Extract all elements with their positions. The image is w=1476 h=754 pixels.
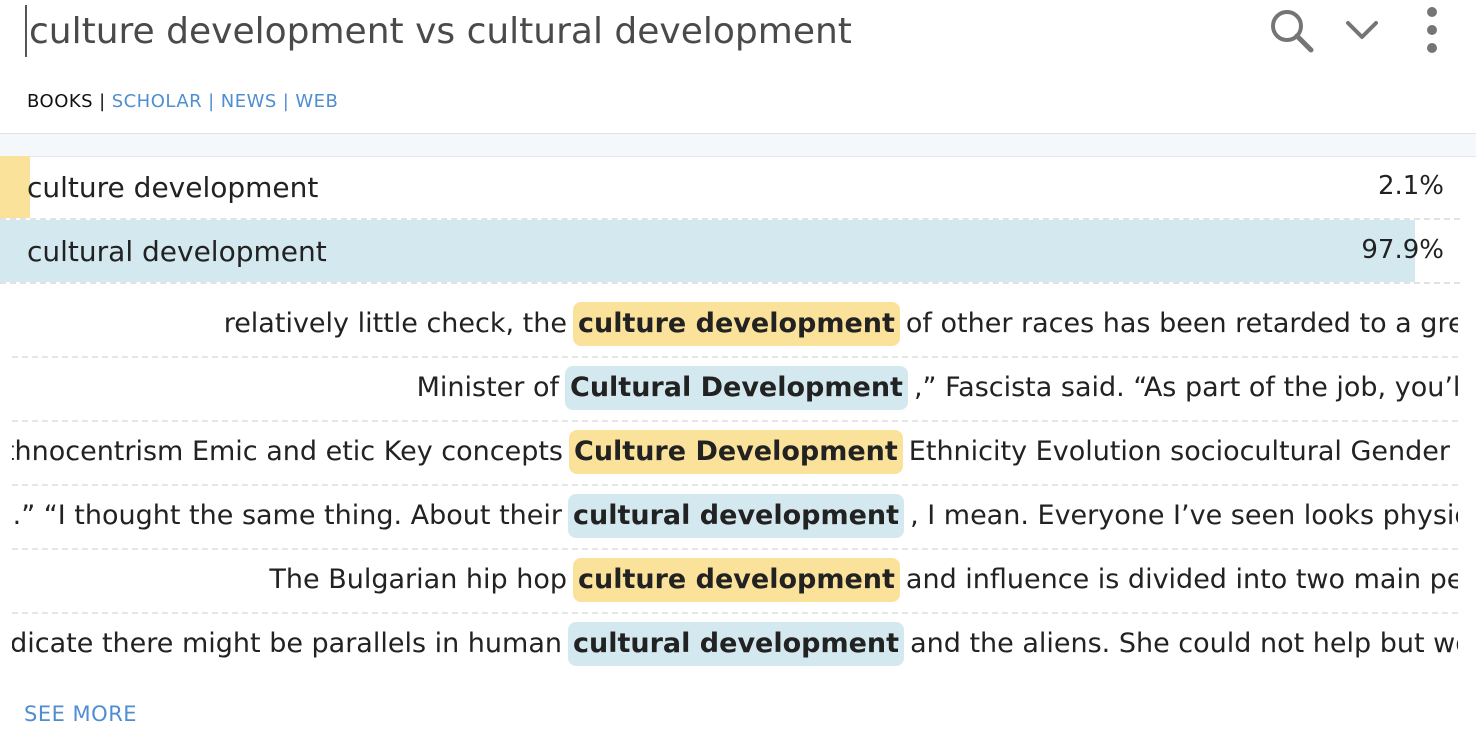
tab-scholar[interactable]: SCHOLAR bbox=[112, 91, 202, 112]
snippet-after: Ethnicity Evolution sociocultural Gender… bbox=[908, 436, 1458, 467]
snippet-before: Ethnocentrism Emic and etic Key concepts bbox=[12, 436, 563, 467]
snippet-match: cultural development bbox=[568, 494, 905, 538]
snippet-after: of other races has been retarded to a gr… bbox=[905, 308, 1458, 339]
search-icon[interactable] bbox=[1263, 4, 1319, 56]
search-bar bbox=[0, 0, 1476, 70]
snippet-list: relatively little check, the culture dev… bbox=[12, 294, 1458, 676]
snippet-row[interactable]: The Bulgarian hip hop culture developmen… bbox=[12, 550, 1458, 614]
result-percent: 97.9% bbox=[1361, 235, 1444, 265]
snippet-before: re.” “I thought the same thing. About th… bbox=[12, 500, 562, 531]
snippet-match: Cultural Development bbox=[565, 366, 908, 410]
divider-band bbox=[0, 133, 1476, 157]
snippet-after: , I mean. Everyone I’ve seen looks physi… bbox=[910, 500, 1458, 531]
chevron-down-icon[interactable] bbox=[1334, 4, 1390, 56]
snippet-before: relatively little check, the bbox=[223, 308, 567, 339]
snippet-row[interactable]: Ethnocentrism Emic and etic Key concepts… bbox=[12, 422, 1458, 486]
snippet-row[interactable]: ndicate there might be parallels in huma… bbox=[12, 614, 1458, 676]
snippet-before: The Bulgarian hip hop bbox=[269, 564, 567, 595]
corpus-tabs: BOOKS | SCHOLAR | NEWS | WEB bbox=[27, 91, 338, 112]
tab-web[interactable]: WEB bbox=[295, 91, 338, 112]
more-vertical-icon[interactable] bbox=[1404, 4, 1460, 56]
tab-separator: | bbox=[282, 91, 290, 112]
result-row: culture development 2.1% bbox=[0, 156, 1460, 220]
tab-news[interactable]: NEWS bbox=[221, 91, 277, 112]
snippet-after: and the aliens. She could not help but w… bbox=[910, 628, 1458, 659]
snippet-match: culture development bbox=[573, 302, 900, 346]
tab-separator: | bbox=[99, 91, 106, 112]
search-input[interactable] bbox=[25, 5, 1229, 57]
result-term: culture development bbox=[27, 171, 319, 204]
snippet-row[interactable]: re.” “I thought the same thing. About th… bbox=[12, 486, 1458, 550]
snippet-before: ndicate there might be parallels in huma… bbox=[12, 628, 562, 659]
tab-books[interactable]: BOOKS bbox=[27, 91, 93, 112]
result-percent: 2.1% bbox=[1377, 171, 1444, 201]
snippet-row[interactable]: Minister of Cultural Development ,” Fasc… bbox=[12, 358, 1458, 422]
share-bar bbox=[0, 156, 30, 218]
snippet-match: culture development bbox=[573, 558, 900, 602]
snippet-row[interactable]: relatively little check, the culture dev… bbox=[12, 294, 1458, 358]
snippet-match: Culture Development bbox=[569, 430, 903, 474]
snippet-after: ,” Fascista said. “As part of the job, y… bbox=[913, 372, 1458, 403]
snippet-match: cultural development bbox=[568, 622, 905, 666]
snippet-before: Minister of bbox=[416, 372, 559, 403]
result-row: cultural development 97.9% bbox=[0, 220, 1460, 284]
result-term: cultural development bbox=[27, 235, 327, 268]
snippet-after: and influence is divided into two main p… bbox=[905, 564, 1458, 595]
see-more-link[interactable]: SEE MORE bbox=[24, 702, 137, 726]
tab-separator: | bbox=[208, 91, 215, 112]
